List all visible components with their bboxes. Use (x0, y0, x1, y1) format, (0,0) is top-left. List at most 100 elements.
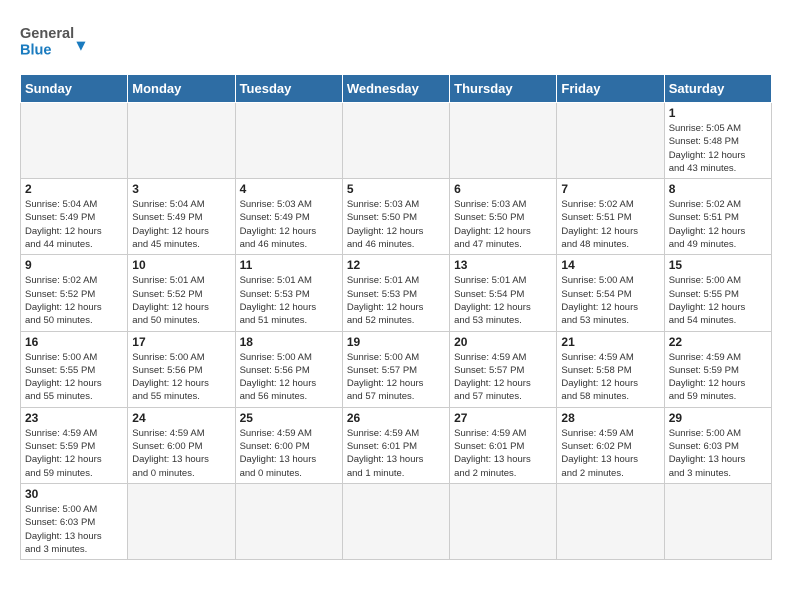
col-header-monday: Monday (128, 75, 235, 103)
calendar-cell: 7 Sunrise: 5:02 AM Sunset: 5:51 PM Daylig… (557, 179, 664, 255)
calendar-cell: 13 Sunrise: 5:01 AM Sunset: 5:54 PM Dayli… (450, 255, 557, 331)
day-number: 20 (454, 335, 552, 349)
calendar-cell: 21 Sunrise: 4:59 AM Sunset: 5:58 PM Dayli… (557, 331, 664, 407)
calendar-cell: 26Sunrise: 4:59 AM Sunset: 6:01 PM Dayli… (342, 407, 449, 483)
day-number: 27 (454, 411, 552, 425)
day-info: Sunrise: 5:00 AM Sunset: 5:56 PM Dayligh… (132, 351, 230, 404)
calendar-cell (342, 103, 449, 179)
day-number: 2 (25, 182, 123, 196)
calendar-header-row: SundayMondayTuesdayWednesdayThursdayFrid… (21, 75, 772, 103)
day-info: Sunrise: 5:01 AM Sunset: 5:52 PM Dayligh… (132, 274, 230, 327)
calendar-cell: 2 Sunrise: 5:04 AM Sunset: 5:49 PM Daylig… (21, 179, 128, 255)
calendar-cell (450, 103, 557, 179)
col-header-saturday: Saturday (664, 75, 771, 103)
page-header: General Blue (20, 18, 772, 68)
day-number: 5 (347, 182, 445, 196)
col-header-thursday: Thursday (450, 75, 557, 103)
calendar-cell: 27 Sunrise: 4:59 AM Sunset: 6:01 PM Dayli… (450, 407, 557, 483)
calendar-week-4: 23Sunrise: 4:59 AM Sunset: 5:59 PM Dayli… (21, 407, 772, 483)
day-number: 18 (240, 335, 338, 349)
col-header-sunday: Sunday (21, 75, 128, 103)
day-info: Sunrise: 5:04 AM Sunset: 5:49 PM Dayligh… (132, 198, 230, 251)
day-info: Sunrise: 5:01 AM Sunset: 5:54 PM Dayligh… (454, 274, 552, 327)
day-number: 24 (132, 411, 230, 425)
svg-text:Blue: Blue (20, 42, 52, 58)
calendar-week-2: 9Sunrise: 5:02 AM Sunset: 5:52 PM Daylig… (21, 255, 772, 331)
calendar-cell: 17 Sunrise: 5:00 AM Sunset: 5:56 PM Dayli… (128, 331, 235, 407)
day-info: Sunrise: 5:03 AM Sunset: 5:50 PM Dayligh… (454, 198, 552, 251)
day-info: Sunrise: 5:00 AM Sunset: 5:54 PM Dayligh… (561, 274, 659, 327)
day-info: Sunrise: 4:59 AM Sunset: 6:02 PM Dayligh… (561, 427, 659, 480)
day-info: Sunrise: 4:59 AM Sunset: 6:01 PM Dayligh… (454, 427, 552, 480)
day-info: Sunrise: 5:01 AM Sunset: 5:53 PM Dayligh… (347, 274, 445, 327)
day-info: Sunrise: 4:59 AM Sunset: 5:57 PM Dayligh… (454, 351, 552, 404)
day-info: Sunrise: 4:59 AM Sunset: 5:58 PM Dayligh… (561, 351, 659, 404)
day-number: 1 (669, 106, 767, 120)
calendar-week-1: 2 Sunrise: 5:04 AM Sunset: 5:49 PM Daylig… (21, 179, 772, 255)
calendar-cell: 30Sunrise: 5:00 AM Sunset: 6:03 PM Dayli… (21, 483, 128, 559)
calendar-cell: 20 Sunrise: 4:59 AM Sunset: 5:57 PM Dayli… (450, 331, 557, 407)
day-info: Sunrise: 4:59 AM Sunset: 5:59 PM Dayligh… (25, 427, 123, 480)
day-number: 14 (561, 258, 659, 272)
calendar-cell: 22 Sunrise: 4:59 AM Sunset: 5:59 PM Dayli… (664, 331, 771, 407)
day-number: 12 (347, 258, 445, 272)
day-number: 3 (132, 182, 230, 196)
day-info: Sunrise: 5:04 AM Sunset: 5:49 PM Dayligh… (25, 198, 123, 251)
day-number: 19 (347, 335, 445, 349)
calendar-week-0: 1 Sunrise: 5:05 AM Sunset: 5:48 PM Daylig… (21, 103, 772, 179)
calendar-cell: 12 Sunrise: 5:01 AM Sunset: 5:53 PM Dayli… (342, 255, 449, 331)
day-number: 21 (561, 335, 659, 349)
day-info: Sunrise: 5:02 AM Sunset: 5:51 PM Dayligh… (669, 198, 767, 251)
day-number: 4 (240, 182, 338, 196)
calendar-week-5: 30Sunrise: 5:00 AM Sunset: 6:03 PM Dayli… (21, 483, 772, 559)
calendar-cell: 29 Sunrise: 5:00 AM Sunset: 6:03 PM Dayli… (664, 407, 771, 483)
svg-text:General: General (20, 26, 74, 42)
calendar-week-3: 16 Sunrise: 5:00 AM Sunset: 5:55 PM Dayli… (21, 331, 772, 407)
day-number: 15 (669, 258, 767, 272)
calendar-cell: 1 Sunrise: 5:05 AM Sunset: 5:48 PM Daylig… (664, 103, 771, 179)
day-info: Sunrise: 5:00 AM Sunset: 5:55 PM Dayligh… (25, 351, 123, 404)
day-info: Sunrise: 5:02 AM Sunset: 5:52 PM Dayligh… (25, 274, 123, 327)
calendar-cell (21, 103, 128, 179)
calendar-cell: 14 Sunrise: 5:00 AM Sunset: 5:54 PM Dayli… (557, 255, 664, 331)
calendar-cell: 3 Sunrise: 5:04 AM Sunset: 5:49 PM Daylig… (128, 179, 235, 255)
day-info: Sunrise: 5:00 AM Sunset: 5:57 PM Dayligh… (347, 351, 445, 404)
day-number: 26 (347, 411, 445, 425)
calendar-cell (235, 103, 342, 179)
calendar-cell: 6Sunrise: 5:03 AM Sunset: 5:50 PM Daylig… (450, 179, 557, 255)
day-info: Sunrise: 5:02 AM Sunset: 5:51 PM Dayligh… (561, 198, 659, 251)
calendar-cell (450, 483, 557, 559)
day-number: 25 (240, 411, 338, 425)
day-number: 29 (669, 411, 767, 425)
day-info: Sunrise: 4:59 AM Sunset: 5:59 PM Dayligh… (669, 351, 767, 404)
calendar-cell (664, 483, 771, 559)
day-number: 7 (561, 182, 659, 196)
calendar-cell: 19 Sunrise: 5:00 AM Sunset: 5:57 PM Dayli… (342, 331, 449, 407)
calendar-cell: 15Sunrise: 5:00 AM Sunset: 5:55 PM Dayli… (664, 255, 771, 331)
calendar-cell: 8Sunrise: 5:02 AM Sunset: 5:51 PM Daylig… (664, 179, 771, 255)
calendar-cell (342, 483, 449, 559)
calendar-cell: 10Sunrise: 5:01 AM Sunset: 5:52 PM Dayli… (128, 255, 235, 331)
calendar-cell (235, 483, 342, 559)
calendar-cell: 5 Sunrise: 5:03 AM Sunset: 5:50 PM Daylig… (342, 179, 449, 255)
calendar-table: SundayMondayTuesdayWednesdayThursdayFrid… (20, 74, 772, 560)
calendar-cell (128, 483, 235, 559)
day-info: Sunrise: 5:03 AM Sunset: 5:50 PM Dayligh… (347, 198, 445, 251)
day-info: Sunrise: 5:05 AM Sunset: 5:48 PM Dayligh… (669, 122, 767, 175)
day-number: 17 (132, 335, 230, 349)
calendar-cell (557, 483, 664, 559)
day-number: 30 (25, 487, 123, 501)
day-info: Sunrise: 4:59 AM Sunset: 6:00 PM Dayligh… (240, 427, 338, 480)
day-number: 16 (25, 335, 123, 349)
col-header-wednesday: Wednesday (342, 75, 449, 103)
day-number: 22 (669, 335, 767, 349)
day-info: Sunrise: 5:01 AM Sunset: 5:53 PM Dayligh… (240, 274, 338, 327)
calendar-cell: 16 Sunrise: 5:00 AM Sunset: 5:55 PM Dayli… (21, 331, 128, 407)
day-info: Sunrise: 5:00 AM Sunset: 6:03 PM Dayligh… (669, 427, 767, 480)
logo-svg: General Blue (20, 18, 120, 68)
calendar-cell: 18Sunrise: 5:00 AM Sunset: 5:56 PM Dayli… (235, 331, 342, 407)
day-number: 11 (240, 258, 338, 272)
day-info: Sunrise: 4:59 AM Sunset: 6:00 PM Dayligh… (132, 427, 230, 480)
day-number: 13 (454, 258, 552, 272)
day-number: 28 (561, 411, 659, 425)
